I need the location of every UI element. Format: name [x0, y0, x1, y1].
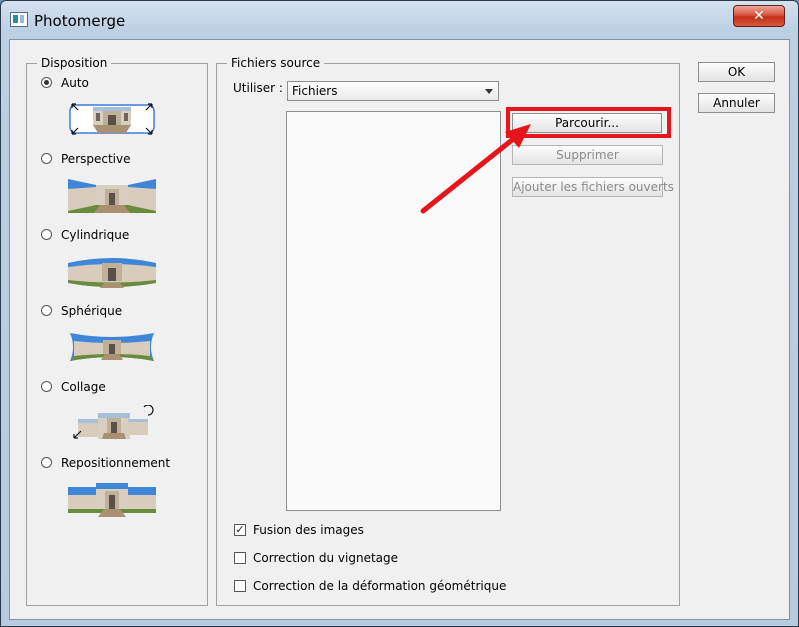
radio-button-perspective[interactable] [41, 153, 52, 164]
checkbox-blend-images-label: Fusion des images [253, 523, 364, 537]
dialog-body: Disposition Auto Perspective Cylindrique… [9, 39, 790, 620]
auto-layout-preview-icon[interactable] [68, 101, 156, 137]
checkbox-distortion-correction-label: Correction de la déformation géométrique [253, 579, 507, 593]
radio-label-collage: Collage [61, 380, 106, 394]
radio-button-collage[interactable] [41, 381, 52, 392]
checkbox-blend-images-box[interactable]: ✓ [234, 524, 246, 536]
radio-label-auto: Auto [61, 76, 89, 90]
radio-button-repositionnement[interactable] [41, 457, 52, 468]
title-bar[interactable]: Photomerge ✕ [1, 1, 798, 39]
reposition-layout-preview-icon[interactable] [68, 481, 156, 517]
radio-button-cylindrique[interactable] [41, 229, 52, 240]
radio-label-cylindrique: Cylindrique [61, 228, 130, 242]
window-title: Photomerge [34, 12, 126, 30]
cylindrical-layout-preview-icon[interactable] [68, 253, 156, 289]
perspective-layout-preview-icon[interactable] [68, 177, 156, 213]
ok-button[interactable]: OK [698, 62, 775, 82]
use-select-value: Fichiers [292, 84, 338, 98]
source-files-group-label: Fichiers source [227, 56, 325, 70]
chevron-down-icon[interactable] [485, 89, 493, 94]
radio-label-spherique: Sphérique [61, 304, 123, 318]
radio-label-repositionnement: Repositionnement [61, 456, 171, 470]
close-button[interactable]: ✕ [733, 5, 785, 27]
arrow-annotation-icon [420, 124, 531, 214]
radio-button-auto[interactable] [41, 77, 52, 88]
checkbox-vignette-correction-box[interactable] [234, 552, 246, 564]
photomerge-app-icon [10, 12, 28, 27]
use-label: Utiliser : [233, 81, 283, 95]
collage-layout-preview-icon[interactable] [68, 405, 156, 441]
checkbox-distortion-correction-box[interactable] [234, 580, 246, 592]
spherical-layout-preview-icon[interactable] [68, 329, 156, 365]
use-select[interactable]: Fichiers [287, 81, 499, 101]
photomerge-window: Photomerge ✕ Disposition Auto Perspectiv… [0, 0, 799, 627]
checkbox-vignette-correction-label: Correction du vignetage [253, 551, 399, 565]
radio-label-perspective: Perspective [61, 152, 131, 166]
cancel-button[interactable]: Annuler [698, 93, 775, 113]
disposition-group: Disposition Auto Perspective Cylindrique… [26, 56, 208, 606]
disposition-group-label: Disposition [37, 56, 112, 70]
radio-button-spherique[interactable] [41, 305, 52, 316]
